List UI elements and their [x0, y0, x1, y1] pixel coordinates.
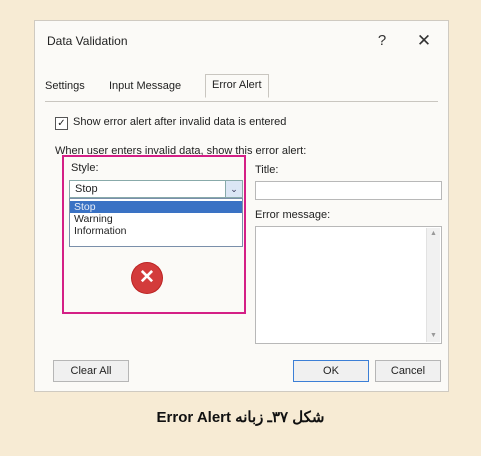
scroll-up-icon[interactable]: ▲ — [427, 228, 440, 240]
tab-error-alert[interactable]: Error Alert — [205, 74, 269, 98]
error-message-scrollbar[interactable]: ▲ ▼ — [426, 228, 440, 342]
close-button[interactable]: ✕ — [413, 30, 435, 52]
ok-button[interactable]: OK — [293, 360, 369, 382]
help-button[interactable]: ? — [371, 30, 393, 52]
show-alert-checkbox[interactable]: ✓ — [55, 117, 68, 130]
tab-input-message[interactable]: Input Message — [109, 77, 181, 95]
clear-all-button[interactable]: Clear All — [53, 360, 129, 382]
figure-caption: شکل ۳۷ـ زبانه Error Alert — [156, 409, 325, 426]
title-bar: Data Validation ? ✕ — [35, 21, 448, 61]
error-message-input[interactable]: ▲ ▼ — [255, 226, 442, 344]
dialog-title: Data Validation — [47, 34, 128, 48]
data-validation-dialog: Data Validation ? ✕ Settings Input Messa… — [34, 20, 449, 392]
style-highlight-frame — [62, 155, 246, 314]
cancel-button[interactable]: Cancel — [375, 360, 441, 382]
scroll-down-icon[interactable]: ▼ — [427, 330, 440, 342]
tab-settings[interactable]: Settings — [45, 77, 85, 95]
tab-divider — [45, 101, 438, 102]
title-input[interactable] — [255, 181, 442, 200]
title-field-label: Title: — [255, 164, 279, 176]
show-alert-label: Show error alert after invalid data is e… — [73, 116, 287, 128]
error-message-label: Error message: — [255, 209, 331, 221]
